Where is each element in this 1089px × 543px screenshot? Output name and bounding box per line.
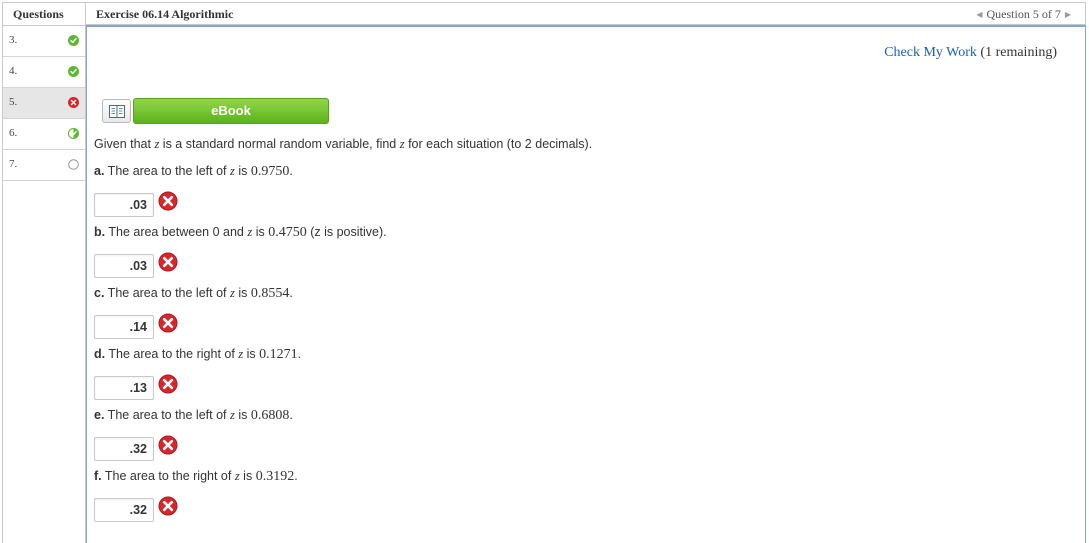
ebook-button[interactable]: eBook: [133, 98, 329, 124]
part-value: 0.8554: [250, 286, 290, 301]
part-b-answer-row: .03: [94, 252, 178, 278]
part-b-answer-input[interactable]: .03: [94, 254, 154, 278]
part-value: 0.6808: [250, 408, 290, 423]
part-text: is: [252, 225, 269, 239]
part-c-prompt: c. The area to the left of z is 0.8554.: [94, 286, 293, 302]
part-text: is: [239, 469, 256, 483]
question-position: Question 5 of 7: [986, 7, 1061, 21]
part-a-answer-row: .03: [94, 191, 178, 217]
question-number: 7.: [9, 158, 18, 170]
x-circle-icon: [158, 374, 178, 394]
exercise-title: Exercise 06.14 Algorithmic: [96, 7, 234, 21]
part-text: is: [243, 347, 260, 361]
questions-sidebar: Questions 3. 4. 5. 6. 7.: [2, 2, 86, 543]
previous-question-icon[interactable]: ◀: [976, 10, 982, 19]
next-question-icon[interactable]: ▶: [1065, 10, 1071, 19]
part-text: (z is positive).: [306, 225, 387, 239]
part-text: The area to the right of: [105, 347, 239, 361]
remaining-count: (1 remaining): [980, 45, 1057, 60]
sidebar-header: Questions: [3, 3, 85, 26]
part-d-prompt: d. The area to the right of z is 0.1271.: [94, 347, 301, 363]
part-d-answer-input[interactable]: .13: [94, 376, 154, 400]
part-d-answer-row: .13: [94, 374, 178, 400]
question-number: 6.: [9, 127, 18, 139]
question-number: 4.: [9, 65, 18, 77]
check-my-work: Check My Work (1 remaining): [884, 45, 1057, 61]
part-text: The area to the left of: [104, 408, 230, 422]
part-letter: d.: [94, 347, 106, 361]
exercise-header: Exercise 06.14 Algorithmic ◀ Question 5 …: [86, 2, 1086, 25]
part-e-prompt: e. The area to the left of z is 0.6808.: [94, 408, 293, 424]
part-text: .: [289, 286, 293, 300]
check-circle-icon: [68, 66, 79, 77]
x-circle-icon: [68, 97, 79, 108]
part-text: .: [289, 164, 293, 178]
part-text: The area between 0 and: [105, 225, 248, 239]
question-panel: Check My Work (1 remaining) eBook Given …: [86, 25, 1086, 543]
x-circle-icon: [158, 191, 178, 211]
part-f-prompt: f. The area to the right of z is 0.3192.: [94, 469, 298, 485]
part-text: .: [289, 408, 293, 422]
part-a-answer-input[interactable]: .03: [94, 193, 154, 217]
question-number: 3.: [9, 34, 18, 46]
part-c-answer-input[interactable]: .14: [94, 315, 154, 339]
x-circle-icon: [158, 496, 178, 516]
sidebar-item-3[interactable]: 3.: [3, 26, 85, 57]
question-navigator: ◀ Question 5 of 7 ▶: [976, 7, 1071, 22]
question-intro: Given that z is a standard normal random…: [94, 137, 592, 152]
ebook-row: eBook: [102, 98, 329, 124]
part-c-answer-row: .14: [94, 313, 178, 339]
sidebar-item-6[interactable]: 6.: [3, 119, 85, 150]
part-letter: a.: [94, 164, 105, 178]
part-text: The area to the left of: [104, 286, 230, 300]
part-text: .: [297, 347, 302, 361]
part-value: 0.4750: [268, 225, 307, 240]
part-value: 0.3192: [255, 469, 295, 484]
part-text: The area to the right of: [101, 469, 235, 483]
part-letter: f.: [94, 469, 102, 483]
x-circle-icon: [158, 252, 178, 272]
part-text: is: [234, 408, 251, 422]
part-text: .: [294, 469, 298, 483]
question-number: 5.: [9, 96, 18, 108]
x-circle-icon: [158, 435, 178, 455]
part-text: The area to the left of: [104, 164, 230, 178]
intro-text: is a standard normal random variable, fi…: [159, 137, 400, 151]
part-a-prompt: a. The area to the left of z is 0.9750.: [94, 164, 293, 180]
check-circle-icon: [68, 35, 79, 46]
part-letter: c.: [94, 286, 105, 300]
sidebar-item-4[interactable]: 4.: [3, 57, 85, 88]
part-e-answer-input[interactable]: .32: [94, 437, 154, 461]
part-value: 0.1271: [259, 347, 298, 362]
part-b-prompt: b. The area between 0 and z is 0.4750 (z…: [94, 225, 387, 241]
x-circle-icon: [158, 313, 178, 333]
book-icon[interactable]: [102, 99, 131, 123]
part-f-answer-row: .32: [94, 496, 178, 522]
sidebar-item-5[interactable]: 5.: [3, 88, 85, 119]
check-my-work-link[interactable]: Check My Work: [884, 45, 977, 60]
part-text: is: [234, 286, 251, 300]
empty-circle-icon: [68, 159, 79, 170]
part-letter: e.: [94, 408, 105, 422]
part-f-answer-input[interactable]: .32: [94, 498, 154, 522]
sidebar-item-7[interactable]: 7.: [3, 150, 85, 181]
part-value: 0.9750: [250, 164, 290, 179]
part-text: is: [234, 164, 251, 178]
intro-text: for each situation (to 2 decimals).: [404, 137, 593, 151]
part-e-answer-row: .32: [94, 435, 178, 461]
partial-check-icon: [68, 128, 79, 139]
intro-text: Given that: [94, 137, 155, 151]
part-letter: b.: [94, 225, 106, 239]
